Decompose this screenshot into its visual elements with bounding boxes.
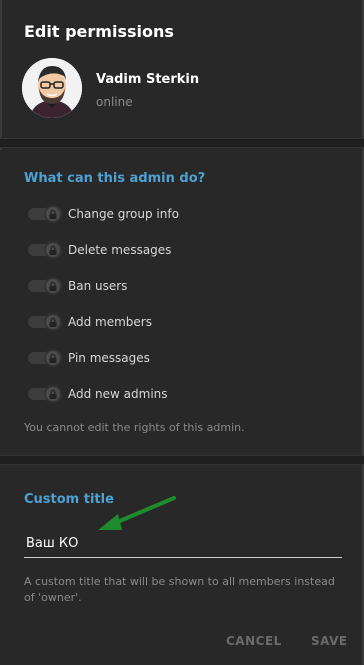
lock-icon <box>49 209 57 219</box>
permission-label: Pin messages <box>68 351 150 365</box>
user-status: online <box>96 95 133 109</box>
toggle-knob <box>44 349 62 367</box>
cancel-button[interactable]: CANCEL <box>226 634 282 648</box>
arrow-icon <box>98 496 176 530</box>
dialog-title: Edit permissions <box>24 22 174 41</box>
toggle-knob <box>44 241 62 259</box>
toggle-knob <box>44 205 62 223</box>
toggle-knob <box>44 385 62 403</box>
lock-icon <box>49 389 57 399</box>
left-edge <box>0 0 2 150</box>
toggle-knob <box>44 277 62 295</box>
permission-toggle[interactable] <box>28 349 62 367</box>
permission-toggle[interactable] <box>28 205 62 223</box>
edit-permissions-dialog: Edit permissions Vadim Sterkin online Wh… <box>0 0 364 665</box>
permission-delete-messages[interactable]: Delete messages <box>24 232 340 268</box>
permission-toggle[interactable] <box>28 313 62 331</box>
permission-label: Delete messages <box>68 243 172 257</box>
permission-toggle[interactable] <box>28 385 62 403</box>
permission-label: Add new admins <box>68 387 168 401</box>
permission-toggle[interactable] <box>28 241 62 259</box>
lock-icon <box>49 245 57 255</box>
save-button[interactable]: SAVE <box>311 634 348 648</box>
lock-icon <box>49 317 57 327</box>
custom-title-input[interactable] <box>24 530 342 558</box>
permissions-heading: What can this admin do? <box>24 171 206 186</box>
permission-add-members[interactable]: Add members <box>24 304 340 340</box>
lock-icon <box>49 281 57 291</box>
permissions-note: You cannot edit the rights of this admin… <box>24 421 245 434</box>
section-divider <box>0 455 364 465</box>
custom-title-hint: A custom title that will be shown to all… <box>24 575 335 604</box>
user-name: Vadim Sterkin <box>96 72 200 87</box>
permission-pin-messages[interactable]: Pin messages <box>24 340 340 376</box>
toggle-knob <box>44 313 62 331</box>
section-divider <box>0 138 364 148</box>
avatar <box>22 58 82 118</box>
permission-label: Change group info <box>68 207 179 221</box>
lock-icon <box>49 353 57 363</box>
permission-label: Add members <box>68 315 152 329</box>
permission-change-group-info[interactable]: Change group info <box>24 196 340 232</box>
permission-label: Ban users <box>68 279 128 293</box>
permission-ban-users[interactable]: Ban users <box>24 268 340 304</box>
permission-toggle[interactable] <box>28 277 62 295</box>
permission-add-new-admins[interactable]: Add new admins <box>24 376 340 412</box>
